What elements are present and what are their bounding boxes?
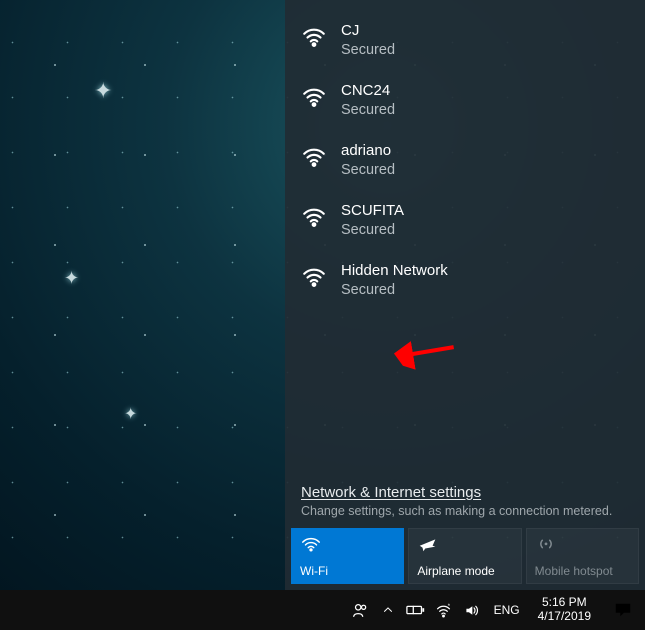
clock-time: 5:16 PM — [542, 596, 587, 610]
hotspot-icon — [535, 534, 630, 554]
network-flyout: CJ Secured CNC24 Secured adriano Secured… — [285, 0, 645, 590]
wifi-secured-icon — [301, 264, 327, 290]
network-settings-link[interactable]: Network & Internet settings — [301, 484, 481, 501]
network-name: CNC24 — [341, 82, 395, 100]
network-name: CJ — [341, 22, 395, 40]
wallpaper-star: ✦ — [94, 78, 112, 104]
taskbar: * ENG 5:16 PM 4/17/2019 — [0, 590, 645, 630]
volume-icon[interactable] — [460, 590, 484, 630]
wifi-secured-icon — [301, 204, 327, 230]
network-list: CJ Secured CNC24 Secured adriano Secured… — [285, 0, 645, 478]
wifi-icon — [300, 534, 395, 554]
people-icon[interactable] — [348, 590, 372, 630]
wifi-secured-icon — [301, 24, 327, 50]
network-status: Secured — [341, 282, 448, 298]
airplane-toggle[interactable]: Airplane mode — [408, 528, 521, 584]
network-status: Secured — [341, 222, 404, 238]
network-status: Secured — [341, 162, 395, 178]
wifi-secured-icon — [301, 144, 327, 170]
wallpaper-star: ✦ — [64, 268, 79, 289]
network-name: adriano — [341, 142, 395, 160]
wifi-toggle[interactable]: Wi-Fi — [291, 528, 404, 584]
wifi-secured-icon — [301, 84, 327, 110]
action-center-icon[interactable] — [603, 590, 643, 630]
hotspot-toggle-label: Mobile hotspot — [535, 564, 630, 578]
network-status: Secured — [341, 102, 395, 118]
tray-chevron-icon[interactable] — [376, 590, 400, 630]
clock-date: 4/17/2019 — [538, 610, 591, 624]
clock[interactable]: 5:16 PM 4/17/2019 — [530, 590, 599, 630]
network-item[interactable]: CNC24 Secured — [285, 70, 645, 130]
network-name: Hidden Network — [341, 262, 448, 280]
battery-icon[interactable] — [404, 590, 428, 630]
svg-text:*: * — [448, 603, 451, 609]
hotspot-toggle[interactable]: Mobile hotspot — [526, 528, 639, 584]
network-tray-icon[interactable]: * — [432, 590, 456, 630]
network-item[interactable]: adriano Secured — [285, 130, 645, 190]
quick-actions: Wi-Fi Airplane mode Mobile hotspot — [285, 528, 645, 590]
network-name: SCUFITA — [341, 202, 404, 220]
network-item-hidden[interactable]: Hidden Network Secured — [285, 250, 645, 310]
network-settings-section: Network & Internet settings Change setti… — [285, 478, 645, 528]
network-settings-hint: Change settings, such as making a connec… — [301, 504, 629, 518]
airplane-toggle-label: Airplane mode — [417, 564, 512, 578]
airplane-icon — [417, 534, 512, 554]
network-status: Secured — [341, 42, 395, 58]
network-item[interactable]: SCUFITA Secured — [285, 190, 645, 250]
wallpaper-star: ✦ — [124, 404, 137, 424]
language-indicator[interactable]: ENG — [488, 590, 526, 630]
wifi-toggle-label: Wi-Fi — [300, 564, 395, 578]
network-item[interactable]: CJ Secured — [285, 10, 645, 70]
